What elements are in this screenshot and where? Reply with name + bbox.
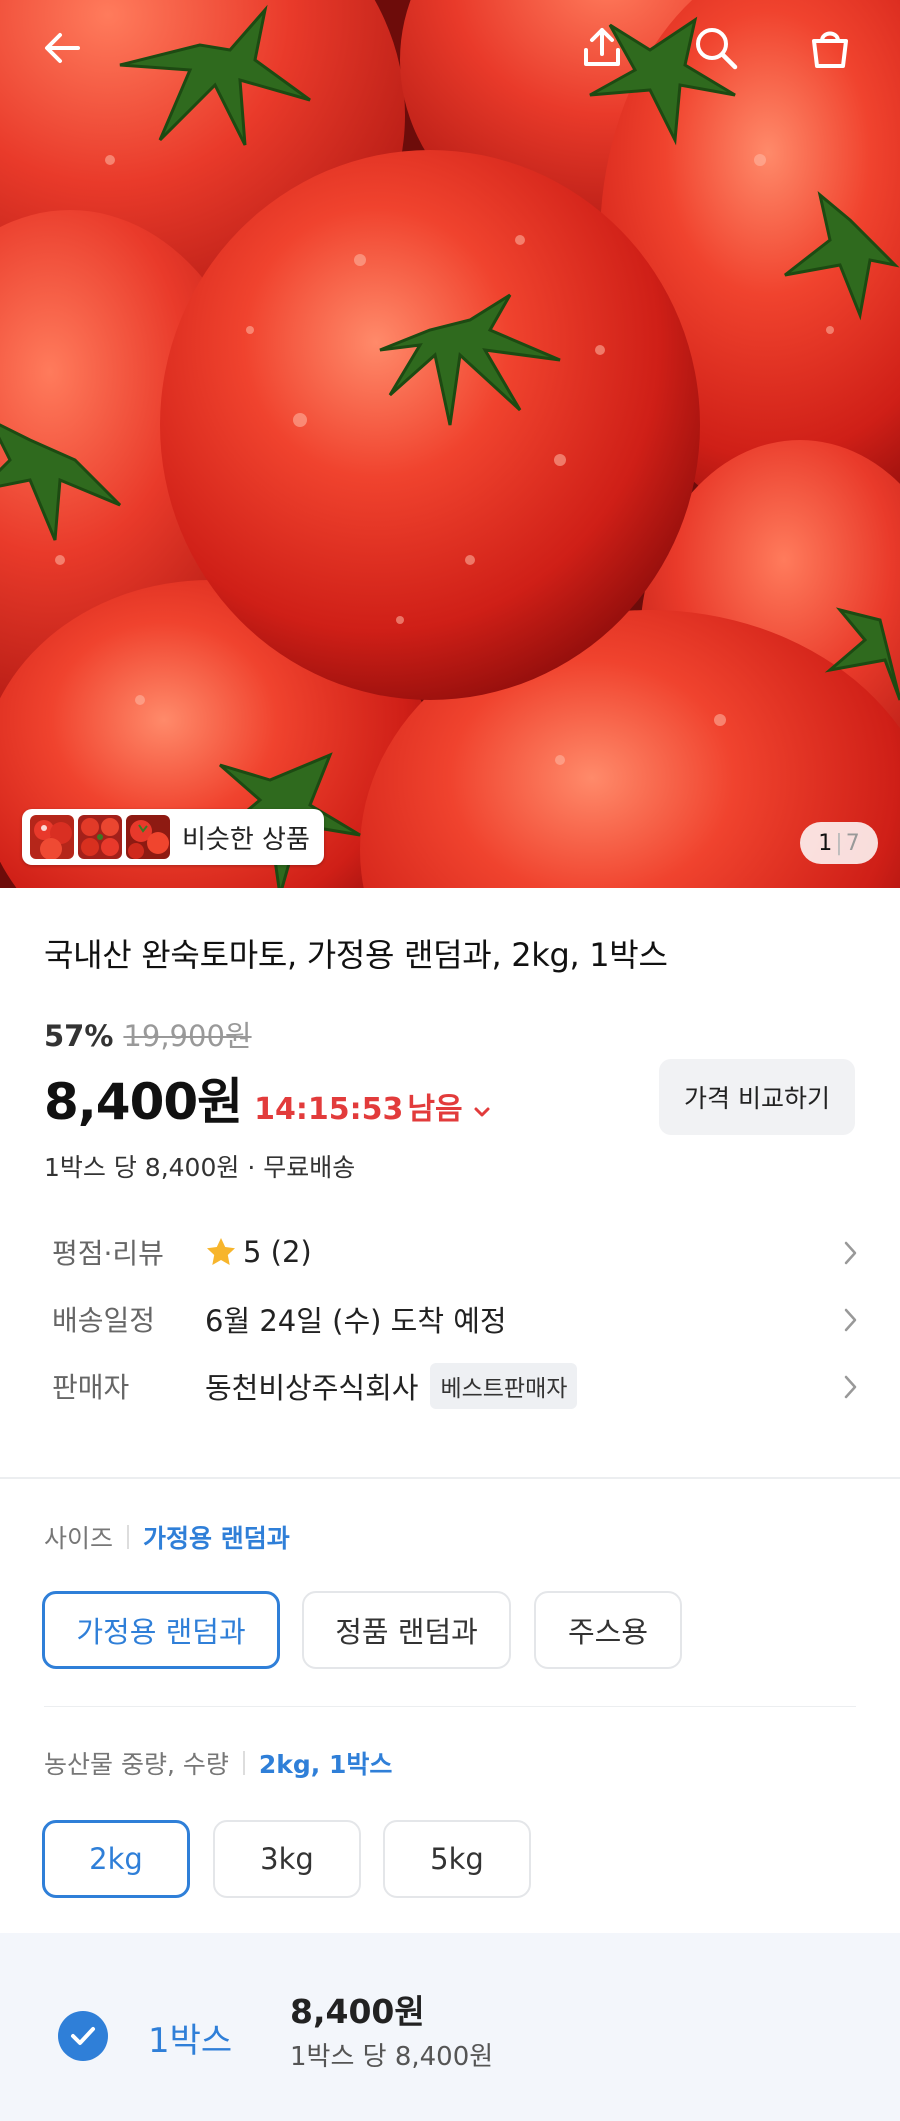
size-option-juice[interactable]: 주스용 [534,1591,682,1669]
size-option-selected: 가정용 랜덤과 [143,1524,290,1553]
countdown-timer: 14:15:53 [254,1092,404,1127]
weight-option-3kg[interactable]: 3kg [213,1820,361,1898]
search-button[interactable] [686,18,746,78]
section-divider [0,1477,900,1479]
cart-bag-icon [812,31,848,68]
checkmark-icon [71,2027,95,2045]
selected-checkbox[interactable] [58,2011,108,2061]
back-button[interactable] [32,18,92,78]
selected-quantity-panel[interactable]: 1박스 8,400원 1박스 당 8,400원 [0,1933,900,2121]
product-title: 국내산 완숙토마토, 가정용 랜덤과, 2kg, 1박스 [44,936,668,974]
share-button[interactable] [572,18,632,78]
option-divider [44,1706,856,1707]
rating-value: 5 (2) [243,1235,312,1269]
similar-thumb [126,815,170,859]
chevron-right-icon [844,1241,857,1265]
chevron-right-icon [844,1308,857,1332]
weight-option-5kg[interactable]: 5kg [383,1820,531,1898]
seller-row[interactable]: 판매자 동천비상주식회사 베스트판매자 [52,1360,858,1412]
image-counter: 1 | 7 [800,822,878,864]
price-row: 8,400원 14:15:53 남음 [44,1062,491,1134]
delivery-schedule-row[interactable]: 배송일정 6월 24일 (수) 도착 예정 [52,1293,858,1345]
cart-button[interactable] [800,18,860,78]
rating-label: 평점·리뷰 [52,1237,164,1270]
size-option-name: 사이즈 [44,1524,114,1553]
seller-name: 동천비상주식회사 [205,1371,419,1405]
countdown-label: 남음 [407,1092,463,1127]
similar-thumb [30,815,74,859]
delivery-value: 6월 24일 (수) 도착 예정 [205,1304,507,1338]
quantity-price: 8,400원 [290,1992,425,2031]
quantity-label: 1박스 [148,2021,233,2061]
back-arrow-icon [45,33,80,63]
weight-option-2kg[interactable]: 2kg [42,1820,190,1898]
similar-thumb [78,815,122,859]
product-image-carousel[interactable]: 비슷한 상품 1 | 7 [0,0,900,888]
price-compare-button[interactable]: 가격 비교하기 [659,1059,855,1135]
quantity-per-unit: 1박스 당 8,400원 [290,2042,494,2072]
chevron-right-icon [844,1375,857,1399]
countdown-expand-toggle[interactable] [473,1104,491,1123]
similar-products-chip[interactable]: 비슷한 상품 [22,809,324,865]
discount-percent: 57% [44,1019,114,1053]
chevron-down-icon [474,1107,490,1117]
best-seller-badge: 베스트판매자 [430,1363,578,1409]
weight-option-selected: 2kg, 1박스 [258,1750,393,1779]
delivery-label: 배송일정 [52,1304,156,1337]
product-photo [0,0,900,888]
weight-option-name: 농산물 중량, 수량 [44,1750,229,1779]
size-option-header: 사이즈 가정용 랜덤과 [44,1519,290,1555]
per-unit-shipping: 1박스 당 8,400원 · 무료배송 [44,1153,356,1182]
similar-products-label: 비슷한 상품 [182,824,310,855]
share-icon [584,28,620,66]
search-icon [696,28,738,70]
rating-review-row[interactable]: 평점·리뷰 5 (2) [52,1226,858,1278]
discount-row: 57% 19,900원 [44,1013,252,1055]
star-icon [207,1238,235,1265]
original-price: 19,900원 [123,1019,252,1053]
sale-price: 8,400원 [44,1073,243,1131]
seller-label: 판매자 [52,1371,130,1404]
size-option-household-random[interactable]: 가정용 랜덤과 [42,1591,280,1669]
size-option-genuine-random[interactable]: 정품 랜덤과 [302,1591,511,1669]
weight-option-header: 농산물 중량, 수량 2kg, 1박스 [44,1745,392,1781]
